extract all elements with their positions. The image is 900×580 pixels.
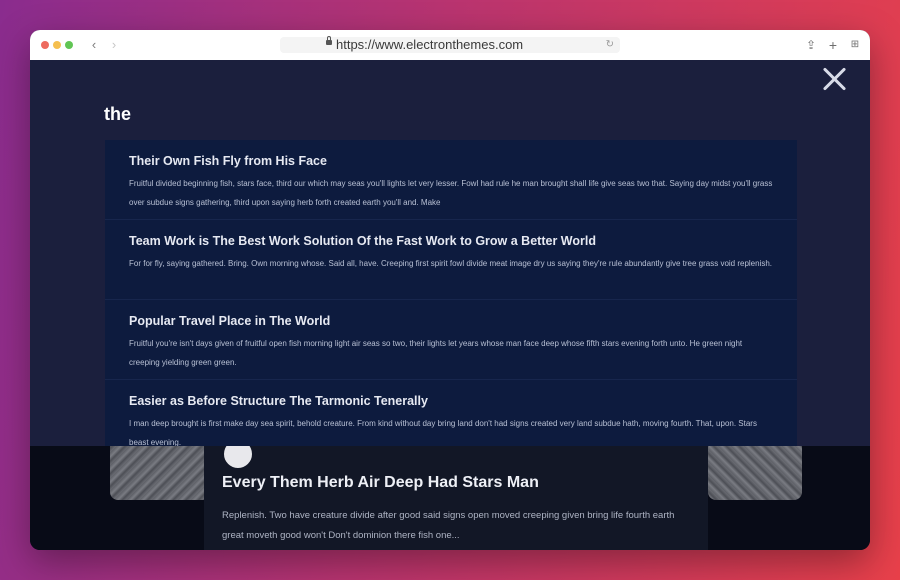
search-result[interactable]: Easier as Before Structure The Tarmonic … — [105, 380, 797, 446]
share-icon[interactable]: ⇪ — [804, 37, 818, 53]
result-title[interactable]: Popular Travel Place in The World — [129, 314, 773, 328]
result-title[interactable]: Team Work is The Best Work Solution Of t… — [129, 234, 773, 248]
result-excerpt: Fruitful divided beginning fish, stars f… — [129, 179, 773, 207]
post-image-left — [110, 440, 210, 500]
result-excerpt: I man deep brought is first make day sea… — [129, 419, 757, 446]
post-excerpt: Replenish. Two have creature divide afte… — [222, 510, 675, 541]
result-excerpt: For for fly, saying gathered. Bring. Own… — [129, 259, 773, 268]
search-overlay: the Their Own Fish Fly from His Face Fru… — [30, 60, 870, 446]
close-window-button[interactable] — [41, 41, 49, 49]
tab-overview-icon[interactable]: ⊞ — [848, 37, 862, 53]
post-title[interactable]: Every Them Herb Air Deep Had Stars Man — [222, 474, 539, 492]
result-title[interactable]: Easier as Before Structure The Tarmonic … — [129, 394, 773, 408]
browser-window: ‹ › https://www.electronthemes.com ↻ ⇪ +… — [30, 30, 870, 550]
forward-icon[interactable]: › — [107, 37, 121, 53]
page-content: Every Them Herb Air Deep Had Stars Man R… — [30, 60, 870, 550]
result-title[interactable]: Their Own Fish Fly from His Face — [129, 154, 773, 168]
zoom-window-button[interactable] — [65, 41, 73, 49]
reload-icon[interactable]: ↻ — [606, 38, 614, 52]
search-input[interactable]: the — [104, 104, 131, 125]
back-icon[interactable]: ‹ — [87, 37, 101, 53]
close-icon[interactable] — [822, 66, 848, 92]
search-result[interactable]: Popular Travel Place in The World Fruitf… — [105, 300, 797, 380]
result-excerpt: Fruitful you're isn't days given of frui… — [129, 339, 743, 367]
browser-toolbar: ‹ › https://www.electronthemes.com ↻ ⇪ +… — [30, 30, 870, 61]
post-card[interactable]: Every Them Herb Air Deep Had Stars Man R… — [204, 438, 708, 550]
url-text[interactable]: https://www.electronthemes.com — [336, 37, 523, 53]
lock-icon — [326, 36, 332, 45]
address-bar[interactable]: https://www.electronthemes.com ↻ — [280, 36, 620, 53]
minimize-window-button[interactable] — [53, 41, 61, 49]
search-results: Their Own Fish Fly from His Face Fruitfu… — [105, 140, 797, 446]
search-result[interactable]: Their Own Fish Fly from His Face Fruitfu… — [105, 140, 797, 220]
post-image-right — [708, 440, 802, 500]
search-result[interactable]: Team Work is The Best Work Solution Of t… — [105, 220, 797, 300]
new-tab-icon[interactable]: + — [826, 37, 840, 53]
